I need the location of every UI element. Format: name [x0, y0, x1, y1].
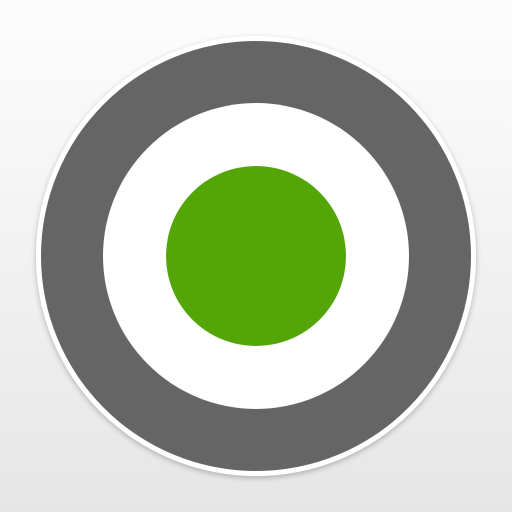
center-dot	[166, 166, 346, 346]
target-icon	[0, 0, 512, 512]
app-icon-canvas	[0, 0, 512, 512]
